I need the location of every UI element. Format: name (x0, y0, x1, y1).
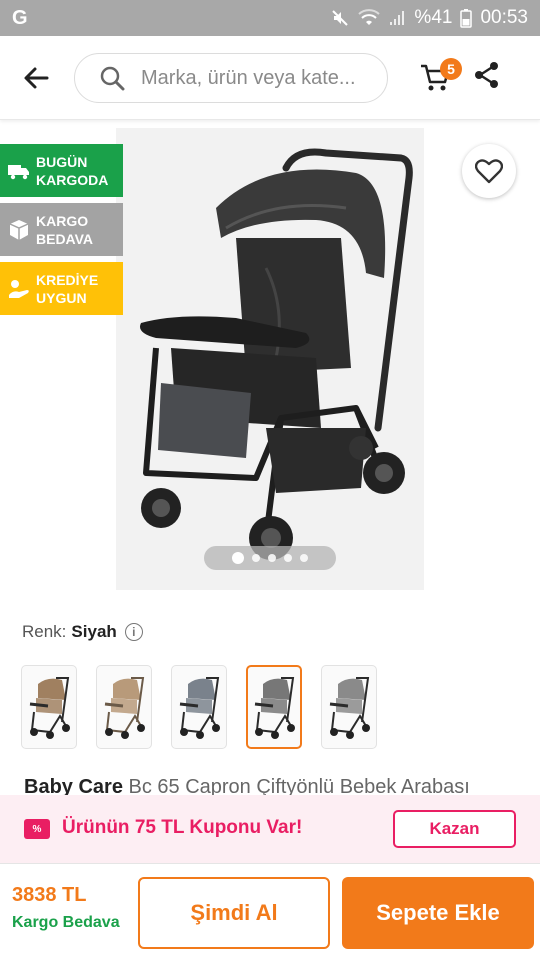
stroller-image (140, 148, 413, 560)
stroller-thumbnail (179, 677, 220, 739)
top-bar: Marka, ürün veya kate... 5 (0, 36, 540, 120)
product-image[interactable] (116, 128, 424, 590)
back-button[interactable] (16, 58, 56, 98)
stroller-thumbnail (29, 677, 70, 739)
pagination-dot[interactable] (268, 554, 276, 562)
pagination-dot[interactable] (232, 552, 244, 564)
heart-icon (475, 159, 503, 184)
search-input[interactable]: Marka, ürün veya kate... (74, 53, 388, 103)
pagination-dot[interactable] (300, 554, 308, 562)
clock: 00:53 (480, 7, 528, 28)
badge-line2: KARGODA (36, 171, 109, 188)
stroller-thumbnail (254, 677, 295, 739)
color-variant-thumbnail[interactable] (21, 665, 77, 749)
color-label: Renk: (22, 622, 67, 641)
coupon-icon: % (24, 819, 50, 839)
color-selector-label: Renk: Siyah i (22, 622, 143, 642)
image-pagination (204, 546, 336, 570)
pagination-dot[interactable] (284, 554, 292, 562)
pagination-dot[interactable] (252, 554, 260, 562)
color-variant-thumbnail[interactable] (321, 665, 377, 749)
stroller-thumbnail (329, 677, 370, 739)
search-placeholder: Marka, ürün veya kate... (141, 66, 356, 89)
wifi-icon (358, 9, 381, 25)
free-cargo-label: Kargo Bedava (12, 914, 120, 931)
color-variant-thumbnail[interactable] (96, 665, 152, 749)
badge-line2: UYGUN (36, 289, 87, 306)
box-icon (6, 217, 32, 243)
badge-line1: BUGÜN (36, 153, 88, 170)
badge-line2: BEDAVA (36, 230, 94, 247)
cart-button[interactable]: 5 (418, 58, 462, 100)
favorite-button[interactable] (462, 144, 516, 198)
coupon-banner: % Ürünün 75 TL Kuponu Var! Kazan (0, 795, 540, 863)
app-icon: G (12, 6, 28, 29)
bottom-action-bar: 3838 TL Kargo Bedava Şimdi Al Sepete Ekl… (0, 863, 540, 960)
share-button[interactable] (472, 60, 508, 96)
color-value: Siyah (71, 622, 117, 641)
buy-now-button[interactable]: Şimdi Al (138, 877, 330, 949)
status-bar: G %41 00:53 (0, 0, 540, 36)
badge-credit: KREDİYE UYGUN (0, 262, 123, 315)
battery-icon (460, 9, 473, 28)
credit-hand-icon (6, 276, 32, 302)
color-variant-thumbnail[interactable] (171, 665, 227, 749)
coupon-text: Ürünün 75 TL Kuponu Var! (62, 817, 303, 838)
badge-line1: KREDİYE (36, 271, 99, 288)
search-icon (100, 66, 125, 91)
add-to-cart-button[interactable]: Sepete Ekle (342, 877, 534, 949)
share-icon (475, 62, 498, 88)
badge-line1: KARGO (36, 212, 89, 229)
color-variant-thumbnail[interactable] (246, 665, 302, 749)
price: 3838 TL (12, 884, 87, 906)
claim-coupon-button[interactable]: Kazan (393, 810, 516, 848)
truck-icon (6, 158, 32, 184)
badge-free-cargo: KARGO BEDAVA (0, 203, 123, 256)
badge-today-shipping: BUGÜN KARGODA (0, 144, 123, 197)
battery-percent: %41 (414, 7, 453, 28)
info-icon[interactable]: i (124, 623, 143, 641)
arrow-left-icon (24, 67, 49, 89)
signal-icon (390, 11, 405, 25)
mute-icon (332, 10, 349, 26)
stroller-thumbnail (104, 677, 145, 739)
cart-count-badge: 5 (440, 58, 462, 80)
